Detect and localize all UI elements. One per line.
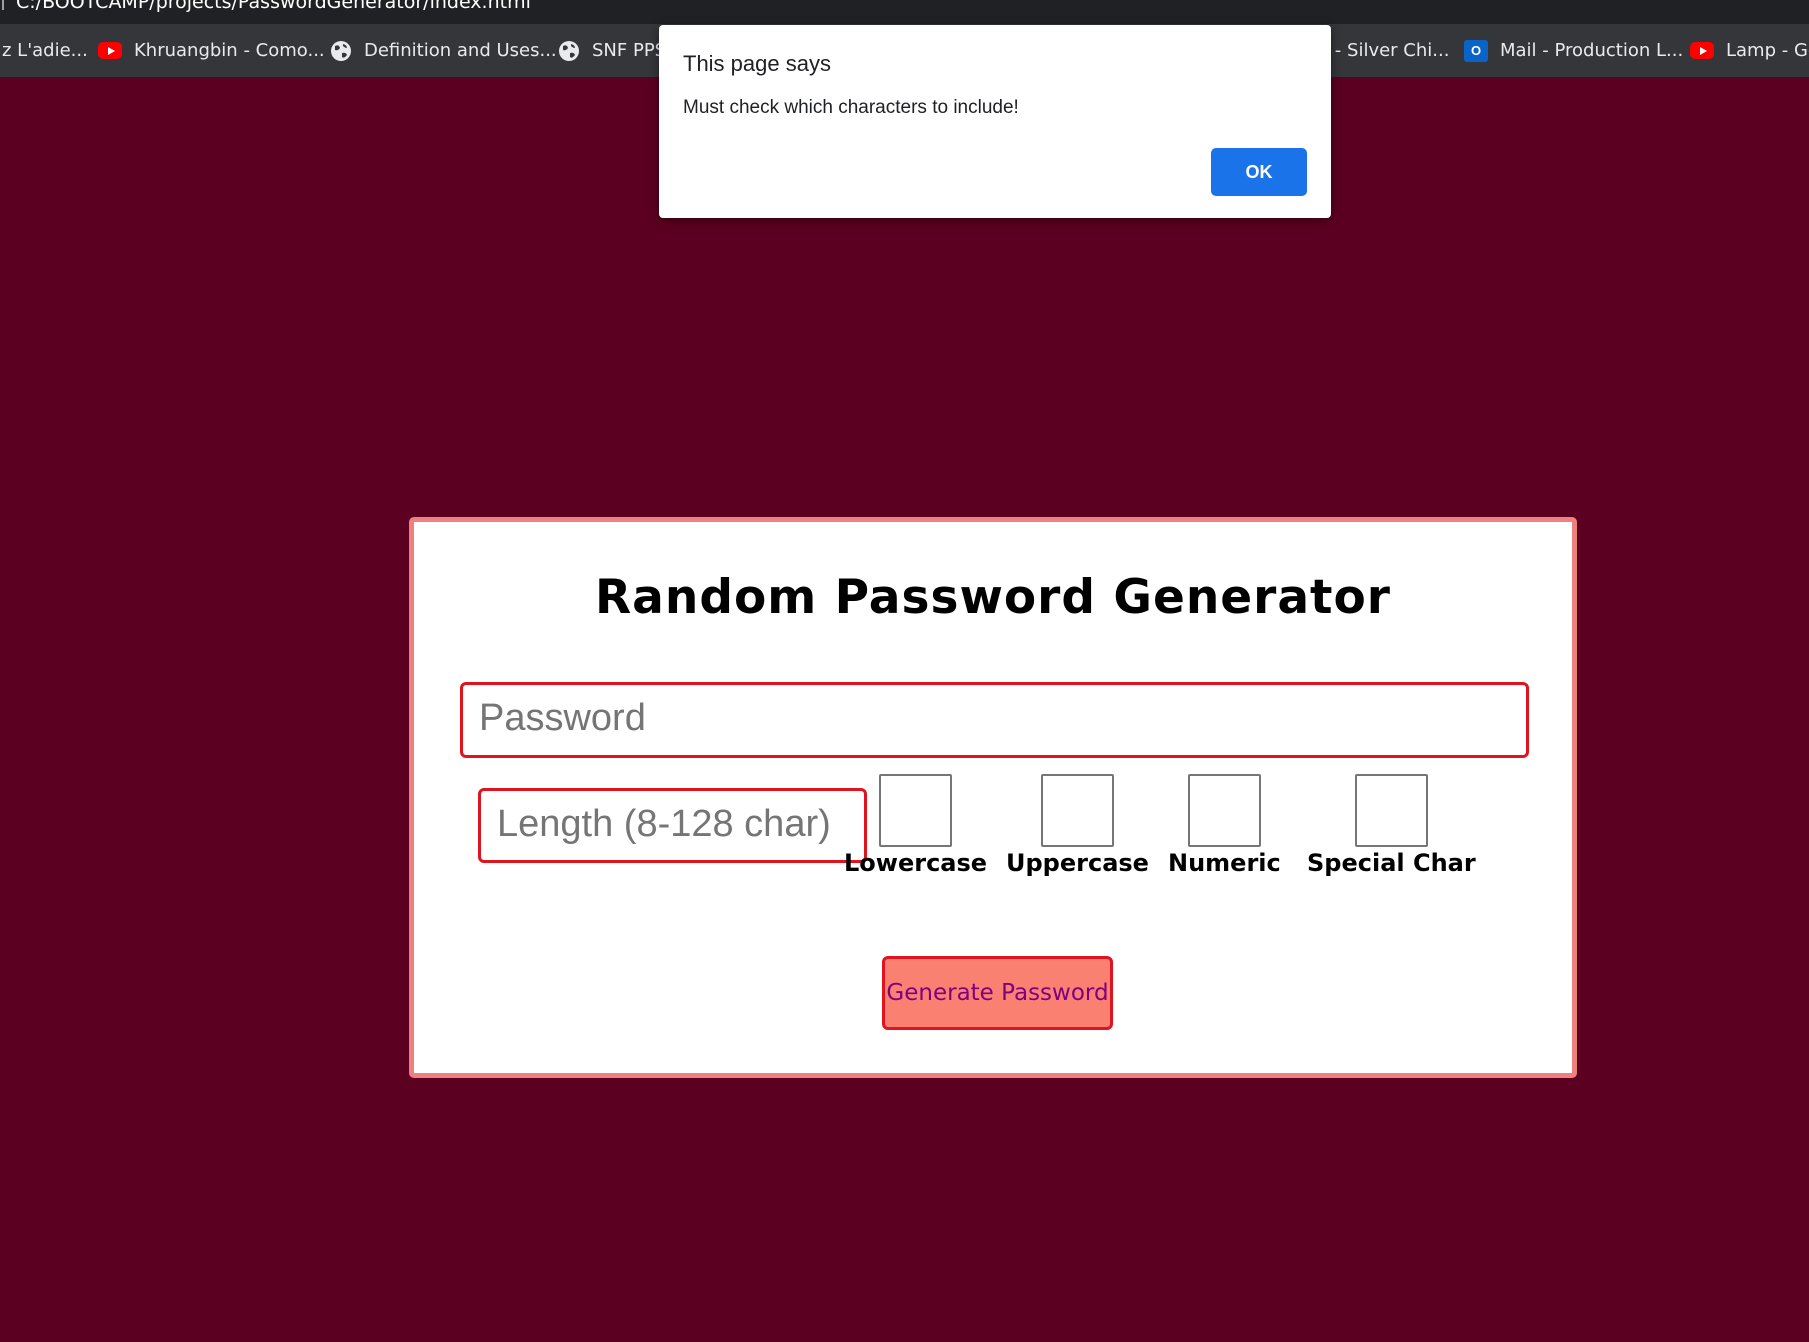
bookmark-item[interactable]: Khruangbin - Como... xyxy=(98,24,325,77)
uppercase-checkbox[interactable] xyxy=(1040,774,1114,847)
page-title: Random Password Generator xyxy=(594,570,1391,625)
bookmark-label: Lamp - Ge xyxy=(1726,40,1809,61)
numeric-label: Numeric xyxy=(1168,849,1281,877)
youtube-icon xyxy=(98,42,122,59)
text-caret xyxy=(2,0,4,10)
bookmark-item[interactable]: z L'adie... xyxy=(2,24,88,77)
bookmark-item[interactable]: Definition and Uses... xyxy=(330,24,557,77)
lowercase-checkbox[interactable] xyxy=(879,774,953,847)
alert-ok-button[interactable]: OK xyxy=(1211,148,1307,196)
uppercase-label: Uppercase xyxy=(1006,849,1149,877)
length-input[interactable]: Length (8-128 char) xyxy=(478,788,867,863)
option-lowercase: Lowercase xyxy=(844,774,987,877)
generator-card: Random Password Generator Password Lengt… xyxy=(409,517,1577,1078)
lowercase-label: Lowercase xyxy=(844,849,988,877)
url-text[interactable]: C:/BOOTCAMP/projects/PasswordGenerator/i… xyxy=(16,0,531,13)
bookmark-label: Khruangbin - Como... xyxy=(134,40,325,61)
bookmark-label: Definition and Uses... xyxy=(364,40,557,61)
globe-icon xyxy=(558,40,580,62)
special-char-label: Special Char xyxy=(1307,849,1476,877)
bookmark-label: SNF PPS xyxy=(592,40,667,61)
address-bar[interactable]: C:/BOOTCAMP/projects/PasswordGenerator/i… xyxy=(0,0,1809,24)
youtube-icon xyxy=(1690,42,1714,59)
numeric-checkbox[interactable] xyxy=(1187,774,1261,847)
special-char-checkbox[interactable] xyxy=(1354,774,1428,847)
globe-icon xyxy=(330,40,352,62)
alert-dialog: This page says Must check which characte… xyxy=(659,25,1331,218)
bookmark-item[interactable]: e - Silver Chi... xyxy=(1318,24,1449,77)
bookmark-label: Mail - Production L... xyxy=(1500,40,1684,61)
password-placeholder: Password xyxy=(479,697,646,739)
bookmark-item[interactable]: SNF PPS xyxy=(558,24,666,77)
bookmark-item[interactable]: O Mail - Production L... xyxy=(1464,24,1683,77)
alert-title: This page says xyxy=(683,51,831,76)
option-special-char: Special Char xyxy=(1307,774,1476,877)
bookmark-item[interactable]: Lamp - Ge xyxy=(1690,24,1809,77)
option-uppercase: Uppercase xyxy=(1006,774,1149,877)
option-numeric: Numeric xyxy=(1168,774,1281,877)
outlook-icon: O xyxy=(1464,39,1488,62)
bookmark-label: z L'adie... xyxy=(2,40,88,61)
password-output-field[interactable]: Password xyxy=(460,682,1529,758)
alert-message: Must check which characters to include! xyxy=(683,97,1019,118)
length-placeholder: Length (8-128 char) xyxy=(497,803,831,845)
bookmark-label: e - Silver Chi... xyxy=(1318,40,1450,61)
generate-password-button[interactable]: Generate Password xyxy=(882,956,1113,1030)
